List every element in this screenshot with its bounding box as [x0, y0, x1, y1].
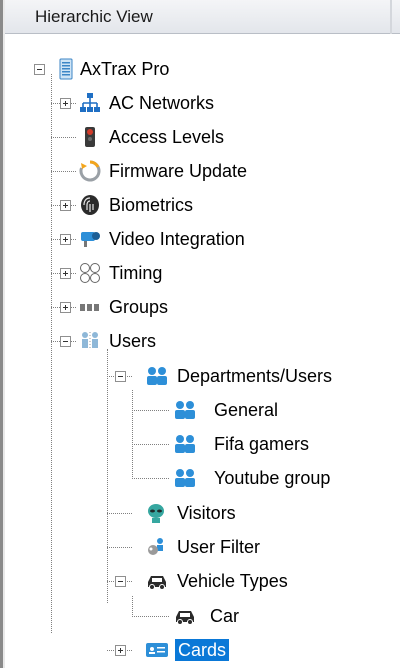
tree-hline-13	[107, 513, 132, 514]
tree-item-groups[interactable]: Groups	[109, 296, 168, 318]
tree-hline-16	[132, 616, 169, 617]
tree-item-ac-networks[interactable]: AC Networks	[109, 92, 214, 114]
tree-hline-14	[107, 547, 132, 548]
tree-item-timing[interactable]: Timing	[109, 262, 162, 284]
tree-item-biometrics[interactable]: Biometrics	[109, 194, 193, 216]
tree-line-users	[107, 349, 108, 603]
department-icon	[145, 365, 167, 387]
tree-item-firmware-update[interactable]: Firmware Update	[109, 160, 247, 182]
tree-hline-11	[132, 444, 169, 445]
tree-item-video-integration[interactable]: Video Integration	[109, 228, 245, 250]
root-collapse-toggle[interactable]	[34, 64, 45, 75]
tree-item-fifa-gamers[interactable]: Fifa gamers	[214, 433, 309, 455]
tree-hline-3	[51, 171, 76, 172]
tree-item-access-levels[interactable]: Access Levels	[109, 126, 224, 148]
user-group-icon	[173, 399, 195, 421]
groups-icon	[79, 296, 101, 318]
panel-title: Hierarchic View	[35, 7, 153, 26]
tree-hline-12	[132, 478, 169, 479]
fingerprint-icon	[79, 194, 101, 216]
tree-item-visitors[interactable]: Visitors	[177, 502, 236, 524]
card-icon	[145, 639, 168, 661]
tree-line-departments	[132, 390, 133, 479]
user-group-icon	[173, 433, 195, 455]
car-icon	[173, 605, 195, 627]
tree-line-vehicle-types	[132, 596, 133, 617]
users-icon	[79, 330, 101, 352]
tree-item-car[interactable]: Car	[210, 605, 239, 627]
groups-expand-toggle[interactable]	[60, 302, 71, 313]
server-icon	[55, 58, 77, 80]
network-icon	[79, 92, 101, 114]
tree-item-cards[interactable]: Cards	[175, 639, 230, 661]
tree-item-departments-users[interactable]: Departments/Users	[177, 365, 332, 387]
alien-icon	[145, 502, 167, 524]
traffic-light-icon	[79, 126, 101, 148]
tree-hline-2	[51, 137, 76, 138]
car-icon	[145, 570, 167, 592]
panel-header: Hierarchic View	[5, 0, 400, 34]
vehicle-types-collapse-toggle[interactable]	[115, 576, 126, 587]
tree-item-users[interactable]: Users	[109, 330, 156, 352]
video-integration-expand-toggle[interactable]	[60, 234, 71, 245]
cards-expand-toggle[interactable]	[115, 645, 126, 656]
tree-item-general[interactable]: General	[214, 399, 278, 421]
user-group-icon	[173, 467, 195, 489]
users-collapse-toggle[interactable]	[60, 336, 71, 347]
clock-icon	[79, 262, 101, 284]
tree-item-youtube-group[interactable]: Youtube group	[214, 467, 330, 489]
ac-networks-expand-toggle[interactable]	[60, 98, 71, 109]
filter-users-icon	[145, 536, 167, 558]
departments-collapse-toggle[interactable]	[115, 371, 126, 382]
timing-expand-toggle[interactable]	[60, 268, 71, 279]
camera-icon	[79, 228, 101, 250]
tree-item-user-filter[interactable]: User Filter	[177, 536, 260, 558]
tree-line-root	[51, 74, 52, 633]
hierarchy-tree[interactable]: AxTrax Pro AC Networks Access Levels Fir…	[5, 34, 400, 668]
update-icon	[79, 160, 101, 182]
biometrics-expand-toggle[interactable]	[60, 200, 71, 211]
tree-root-label[interactable]: AxTrax Pro	[80, 58, 169, 80]
tree-item-vehicle-types[interactable]: Vehicle Types	[177, 570, 288, 592]
tree-hline-10	[132, 410, 169, 411]
header-divider	[390, 0, 392, 34]
